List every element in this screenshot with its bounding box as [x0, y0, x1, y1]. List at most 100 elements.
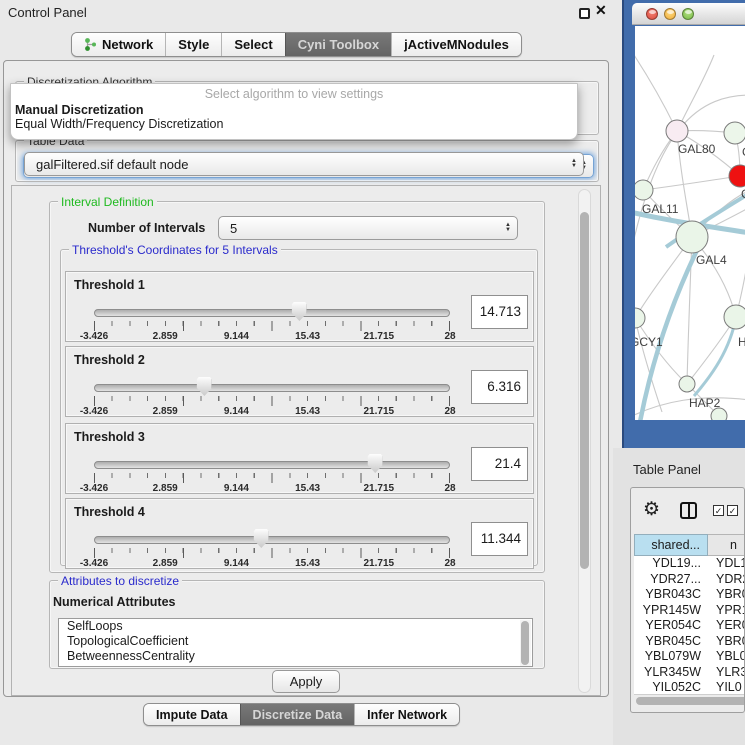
node-table-container: ⚙ ✓ ✓ shared... n YDL19... YDL1 YDR27...…: [630, 487, 745, 713]
algorithm-dropdown-popup: Select algorithm to view settings Manual…: [10, 83, 578, 140]
number-of-intervals-value: 5: [219, 221, 499, 236]
threshold-1-label: Threshold 1: [74, 278, 145, 292]
spinner-icon[interactable]: ▲ ▼: [565, 159, 583, 169]
threshold-2-slider[interactable]: -3.4262.8599.14415.4321.71528: [94, 383, 450, 415]
table-row[interactable]: YER054C YER0: [634, 618, 745, 634]
table-data-group: Table Data galFiltered.sif default node …: [15, 140, 599, 182]
number-of-intervals-combobox[interactable]: 5 ▲ ▼: [218, 216, 518, 240]
float-window-icon[interactable]: [579, 8, 590, 19]
mac-zoom-icon[interactable]: [682, 8, 694, 20]
mac-minimize-icon[interactable]: [664, 8, 676, 20]
settings-scrollpane: Interval Definition Number of Intervals …: [11, 185, 601, 696]
list-scrollbar[interactable]: [520, 620, 531, 666]
threshold-4-value[interactable]: 11.344: [471, 522, 528, 556]
list-item[interactable]: SelfLoops: [59, 619, 532, 634]
node-label: GCY1: [635, 335, 663, 349]
network-window-titlebar[interactable]: [632, 3, 745, 25]
table-row[interactable]: YDR27... YDR2: [634, 572, 745, 588]
number-of-intervals-label: Number of Intervals: [88, 221, 205, 235]
slider-thumb[interactable]: [197, 377, 212, 396]
tab-cyni-toolbox[interactable]: Cyni Toolbox: [285, 33, 391, 56]
table-row[interactable]: YPR145W YPR1: [634, 603, 745, 619]
list-item[interactable]: TopologicalCoefficient: [59, 634, 532, 649]
table-row[interactable]: YDL19... YDL1: [634, 556, 745, 572]
table-row[interactable]: YIL052C YIL0: [634, 680, 745, 694]
network-node[interactable]: [711, 408, 727, 420]
attributes-group-title: Attributes to discretize: [58, 574, 182, 588]
node-label: H: [738, 335, 745, 349]
tab-select[interactable]: Select: [221, 33, 284, 56]
node-label: GAL4: [696, 253, 727, 267]
scrollbar-thumb[interactable]: [580, 212, 589, 569]
node-label: GAL80: [678, 142, 716, 156]
cyni-content-panel: Discretization Algorithm ▲ ▼ Table Data …: [3, 60, 609, 697]
control-panel: Control Panel ✕ Network Style Select Cyn…: [0, 0, 613, 745]
popup-item-manual-discretization[interactable]: Manual Discretization: [11, 102, 577, 116]
table-data-combobox[interactable]: galFiltered.sif default node ▲ ▼: [24, 152, 584, 176]
spinner-icon[interactable]: ▲ ▼: [499, 223, 517, 233]
threshold-3-value[interactable]: 21.4: [471, 447, 528, 481]
network-canvas[interactable]: GAL80 G C GAL11 GAL4 GCY1: [635, 26, 745, 420]
slider-thumb[interactable]: [254, 529, 269, 548]
threshold-1-slider[interactable]: -3.4262.8599.14415.4321.71528: [94, 308, 450, 340]
tab-network[interactable]: Network: [72, 33, 165, 56]
table-toolbar: ⚙ ✓ ✓: [631, 488, 745, 532]
table-row[interactable]: YBR045C YBR0: [634, 634, 745, 650]
threshold-4-slider[interactable]: -3.4262.8599.14415.4321.71528: [94, 535, 450, 567]
mac-close-icon[interactable]: [646, 8, 658, 20]
network-graph: GAL80 G C GAL11 GAL4 GCY1: [635, 26, 745, 420]
slider-thumb[interactable]: [368, 454, 383, 473]
slider-track[interactable]: [94, 461, 450, 469]
scrollbar-thumb[interactable]: [636, 697, 745, 705]
settings-scrollbar[interactable]: [578, 189, 591, 693]
popup-placeholder: Select algorithm to view settings: [11, 87, 577, 102]
network-node[interactable]: GCY1: [635, 308, 663, 349]
table-horizontal-scrollbar[interactable]: [634, 694, 745, 707]
network-node[interactable]: GAL11: [635, 180, 679, 216]
tab-impute-data[interactable]: Impute Data: [144, 704, 240, 725]
tab-style[interactable]: Style: [165, 33, 221, 56]
node-label: GAL11: [642, 202, 679, 216]
apply-button[interactable]: Apply: [272, 670, 340, 693]
interval-definition-group: Interval Definition Number of Intervals …: [49, 201, 545, 573]
table-header-row: shared... n: [634, 534, 745, 556]
table-row[interactable]: YBL079W YBL0: [634, 649, 745, 665]
tab-discretize-data[interactable]: Discretize Data: [240, 704, 355, 725]
threshold-3-slider[interactable]: -3.4262.8599.14415.4321.71528: [94, 460, 450, 492]
network-node[interactable]: C: [729, 165, 745, 201]
slider-track[interactable]: [94, 384, 450, 392]
slider-track[interactable]: [94, 536, 450, 544]
table-row[interactable]: YBR043C YBR0: [634, 587, 745, 603]
table-panel-title: Table Panel: [633, 462, 701, 477]
column-browser-icon[interactable]: [680, 502, 697, 519]
network-node[interactable]: HAP2: [679, 376, 721, 410]
table-row[interactable]: YLR345W YLR3: [634, 665, 745, 681]
threshold-coordinates-title: Threshold's Coordinates for 5 Intervals: [69, 243, 281, 257]
column-header-shared[interactable]: shared...: [634, 534, 708, 556]
threshold-2-value[interactable]: 6.316: [471, 370, 528, 404]
checkbox-icon[interactable]: ✓: [727, 505, 738, 516]
gear-icon[interactable]: ⚙: [643, 498, 660, 521]
close-icon[interactable]: ✕: [595, 2, 607, 19]
network-node[interactable]: G: [724, 122, 745, 159]
tab-network-label: Network: [102, 37, 153, 52]
checkbox-icon[interactable]: ✓: [713, 505, 724, 516]
column-header-name[interactable]: n: [708, 534, 745, 556]
threshold-2-label: Threshold 2: [74, 353, 145, 367]
threshold-3-label: Threshold 3: [74, 430, 145, 444]
threshold-4-label: Threshold 4: [74, 505, 145, 519]
network-view-window: GAL80 G C GAL11 GAL4 GCY1: [622, 0, 745, 448]
table-data-combo-value: galFiltered.sif default node: [25, 157, 565, 172]
numerical-attributes-list[interactable]: SelfLoopsTopologicalCoefficientBetweenne…: [58, 618, 533, 667]
list-item[interactable]: BetweennessCentrality: [59, 649, 532, 664]
slider-thumb[interactable]: [292, 302, 307, 321]
threshold-coordinates-group: Threshold's Coordinates for 5 Intervals …: [60, 249, 538, 566]
control-panel-titlebar: Control Panel ✕: [0, 0, 613, 26]
popup-item-equal-width[interactable]: Equal Width/Frequency Discretization: [11, 116, 577, 130]
network-node[interactable]: GAL80: [666, 120, 716, 156]
tab-jactivemnodules[interactable]: jActiveMNodules: [391, 33, 521, 56]
slider-track[interactable]: [94, 309, 450, 317]
threshold-1-value[interactable]: 14.713: [471, 295, 528, 329]
tab-infer-network[interactable]: Infer Network: [354, 704, 459, 725]
node-label: C: [741, 187, 745, 201]
